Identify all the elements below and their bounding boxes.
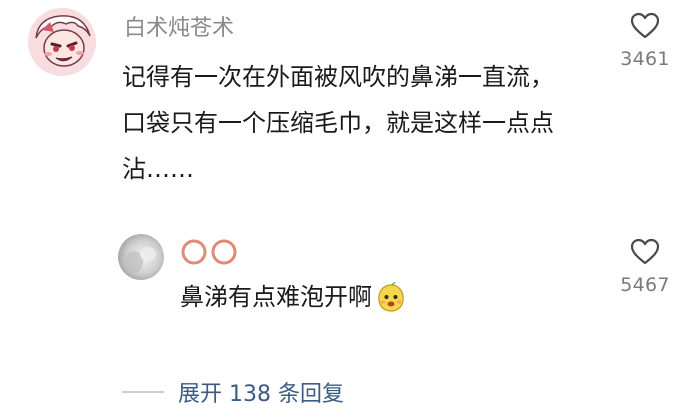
- gray-blurry-avatar-icon: [118, 234, 164, 280]
- heart-icon: [630, 238, 660, 265]
- like-count: 3461: [620, 48, 670, 70]
- mango-face-emoji-icon: [378, 282, 404, 312]
- expand-replies-label: 展开 138 条回复: [178, 382, 344, 407]
- divider-dash: [122, 391, 164, 393]
- heart-icon: [630, 12, 660, 39]
- double-orange-circles-icon: [181, 239, 237, 265]
- anime-character-avatar-icon: [28, 8, 96, 76]
- user-avatar[interactable]: [118, 234, 164, 280]
- username[interactable]: [180, 238, 242, 266]
- comment-line: 沾……: [122, 155, 194, 183]
- comment-text: 记得有一次在外面被风吹的鼻涕一直流， 口袋只有一个压缩毛巾，就是这样一点点 沾……: [122, 54, 554, 192]
- comment-line: 记得有一次在外面被风吹的鼻涕一直流，: [122, 63, 554, 91]
- username[interactable]: 白术炖苍术: [124, 10, 234, 42]
- user-avatar[interactable]: [28, 8, 96, 76]
- comment-line: 口袋只有一个压缩毛巾，就是这样一点点: [122, 109, 554, 137]
- comment-line: 鼻涕有点难泡开啊: [180, 283, 372, 311]
- reply-item: 鼻涕有点难泡开啊 5467: [0, 230, 690, 330]
- comment-text: 鼻涕有点难泡开啊: [180, 280, 406, 314]
- like-button[interactable]: 3461: [610, 12, 680, 70]
- like-count: 5467: [620, 274, 670, 296]
- comment-item: 白术炖苍术 记得有一次在外面被风吹的鼻涕一直流， 口袋只有一个压缩毛巾，就是这样…: [0, 0, 690, 200]
- expand-replies-button[interactable]: 展开 138 条回复: [122, 377, 344, 407]
- like-button[interactable]: 5467: [610, 238, 680, 296]
